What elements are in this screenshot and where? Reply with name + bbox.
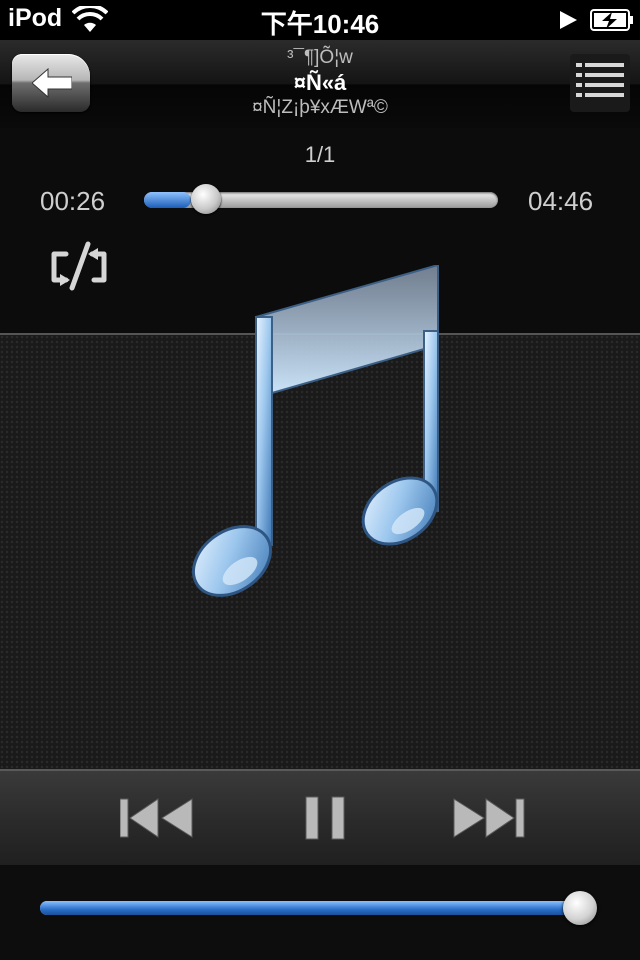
progress-fill <box>144 192 191 208</box>
back-button[interactable] <box>12 54 90 112</box>
progress-thumb[interactable] <box>190 184 221 214</box>
shuffle-icon[interactable] <box>42 240 118 292</box>
volume-fill <box>40 901 580 915</box>
previous-track-icon[interactable] <box>120 795 194 841</box>
status-time: 下午10:46 <box>260 9 380 39</box>
music-note-icon <box>192 265 439 597</box>
volume-slider[interactable] <box>40 891 597 925</box>
battery-charging-icon <box>590 9 633 31</box>
play-indicator-icon <box>560 11 577 29</box>
back-arrow-icon <box>32 68 72 98</box>
artist-label: ³¯¶]Õ¦w <box>287 47 353 68</box>
pause-icon[interactable] <box>304 795 346 841</box>
volume-thumb[interactable] <box>563 891 597 925</box>
total-time: 04:46 <box>528 186 594 216</box>
track-count: 1/1 <box>304 142 336 167</box>
status-bar: iPod 下午10:46 <box>0 0 640 40</box>
album-label: ¤Ñ¦Z¡þ¥xÆWª© <box>252 97 388 118</box>
progress-slider[interactable] <box>144 184 498 214</box>
volume-area <box>0 865 640 960</box>
song-title: ¤Ñ«á <box>293 70 347 95</box>
track-list-button[interactable] <box>570 54 630 112</box>
transport-controls <box>0 771 640 865</box>
next-track-icon[interactable] <box>452 795 526 841</box>
album-artwork <box>0 265 640 771</box>
elapsed-time: 00:26 <box>40 186 106 216</box>
nav-bar: ³¯¶]Õ¦w ¤Ñ«á ¤Ñ¦Z¡þ¥xÆWª© <box>0 40 640 129</box>
track-list-icon <box>576 63 624 97</box>
now-playing-titles: ³¯¶]Õ¦w ¤Ñ«á ¤Ñ¦Z¡þ¥xÆWª© <box>120 46 520 120</box>
